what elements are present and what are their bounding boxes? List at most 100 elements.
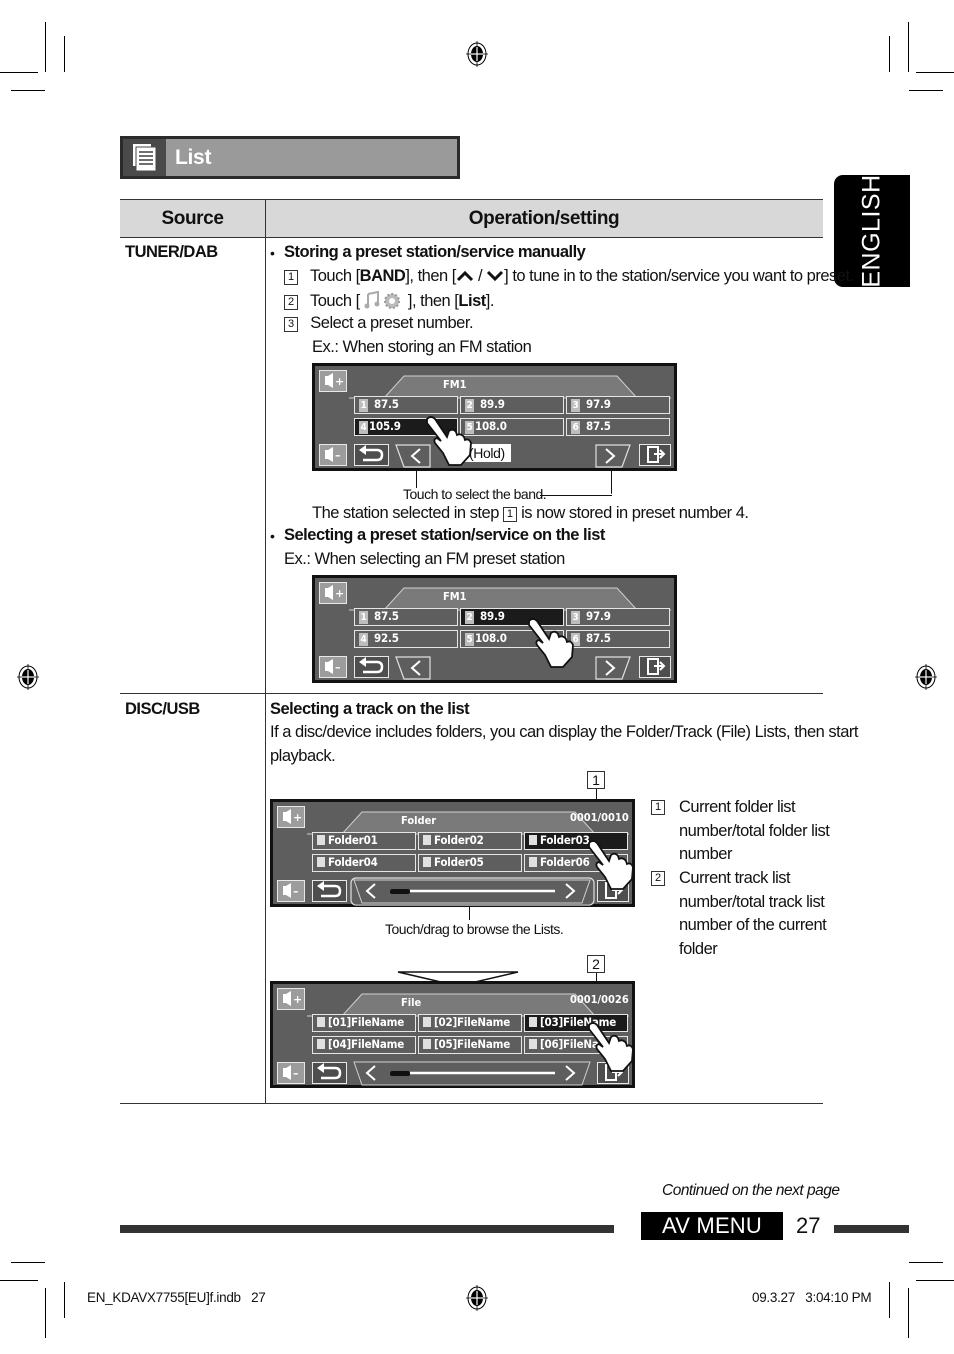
volume-up-icon: +	[283, 809, 302, 824]
bullet: •	[270, 245, 275, 261]
folder-icon	[317, 835, 325, 845]
crop-mark	[909, 90, 943, 91]
band-label: FM1	[443, 590, 467, 603]
list-scrollbar[interactable]	[350, 1059, 595, 1088]
return-arrow-icon	[359, 445, 384, 462]
svg-text:+: +	[335, 375, 344, 388]
legend-item-2: 2 Current track list number/total track …	[651, 867, 827, 961]
header-source: Source	[161, 208, 224, 229]
music-file-icon	[529, 1017, 537, 1027]
volume-down-icon: –	[283, 1065, 299, 1080]
table-header: Source Operation/setting	[120, 199, 823, 238]
band-prev-button[interactable]	[395, 656, 431, 680]
footer-bar-left	[120, 1225, 614, 1233]
preset-3[interactable]: 3 97.9	[566, 608, 670, 626]
return-arrow-icon	[317, 1063, 342, 1080]
up-arrow-icon	[456, 270, 473, 282]
list-scrollbar[interactable]	[350, 877, 595, 906]
preset-3[interactable]: 3 97.9	[566, 396, 670, 414]
section-title: List	[175, 146, 212, 169]
back-button[interactable]	[312, 1062, 347, 1084]
folder-counter: 0001/0010	[570, 811, 629, 824]
file-item[interactable]: [01]FileName	[312, 1014, 416, 1032]
continued-note: Continued on the next page	[662, 1182, 840, 1199]
hand-pointer-icon	[528, 618, 574, 668]
band-next-button[interactable]	[595, 656, 631, 680]
return-arrow-icon	[359, 657, 384, 674]
file-item[interactable]: [02]FileName	[418, 1014, 522, 1032]
svg-text:+: +	[293, 993, 302, 1006]
volume-down-button[interactable]: –	[277, 1062, 305, 1084]
band-next-button[interactable]	[595, 444, 631, 468]
volume-up-icon: +	[283, 991, 302, 1006]
selecting-heading: Selecting a preset station/service on th…	[284, 526, 605, 544]
volume-up-button[interactable]: +	[319, 370, 347, 392]
folder-item[interactable]: Folder02	[418, 832, 522, 850]
volume-up-button[interactable]: +	[319, 582, 347, 604]
folder-icon	[317, 857, 325, 867]
volume-down-icon: –	[325, 659, 341, 674]
bullet: •	[270, 528, 275, 544]
slug-right: 09.3.27 3:04:10 PM	[752, 1290, 872, 1305]
preset-6[interactable]: 6 87.5	[566, 418, 670, 436]
list-type-label: File	[401, 996, 422, 1009]
disc-body-line1: If a disc/device includes folders, you c…	[270, 723, 859, 741]
music-settings-icon	[364, 290, 400, 309]
back-button[interactable]	[354, 444, 389, 466]
exit-icon	[647, 446, 666, 463]
crop-mark	[889, 36, 890, 72]
volume-down-icon: –	[325, 447, 341, 462]
preset-6[interactable]: 6 87.5	[566, 630, 670, 648]
crop-mark	[64, 36, 65, 72]
callout-line	[540, 495, 612, 496]
svg-text:–: –	[293, 885, 299, 898]
svg-text:+: +	[293, 811, 302, 824]
volume-up-button[interactable]: +	[277, 806, 305, 828]
back-button[interactable]	[312, 880, 347, 902]
folder-item[interactable]: Folder04	[312, 854, 416, 872]
folder-item[interactable]: Folder05	[418, 854, 522, 872]
preset-1[interactable]: 1 87.5	[354, 396, 458, 414]
crop-mark	[0, 72, 38, 73]
crop-mark	[908, 1288, 909, 1338]
list-icon	[123, 139, 166, 176]
file-item[interactable]: [05]FileName	[418, 1036, 522, 1054]
volume-down-button[interactable]: –	[319, 656, 347, 678]
down-arrow-icon	[487, 270, 504, 282]
folder-icon	[529, 835, 537, 845]
folder-icon	[423, 835, 431, 845]
registration-mark-icon	[17, 664, 39, 690]
page-number: 27	[796, 1213, 821, 1238]
crop-mark	[11, 90, 45, 91]
music-file-icon	[529, 1039, 537, 1049]
section-label: AV MENU	[641, 1212, 783, 1240]
result-text: The station selected in step 1 is now st…	[312, 504, 749, 522]
hand-pointer-icon	[426, 416, 472, 466]
row-divider	[120, 693, 823, 694]
preset-5[interactable]: 5 108.0	[460, 418, 564, 436]
preset-1[interactable]: 1 87.5	[354, 608, 458, 626]
folder-item[interactable]: Folder01	[312, 832, 416, 850]
exit-button[interactable]	[639, 656, 671, 678]
back-button[interactable]	[354, 656, 389, 678]
browse-caption: Touch/drag to browse the Lists.	[385, 921, 564, 937]
fm-preset-screen-storing: + FM1 1 87.5 2 89.9 3 97.9 4 105.9 5 108.0 68…	[312, 363, 677, 471]
registration-mark-icon	[466, 1285, 488, 1311]
svg-text:+: +	[335, 587, 344, 600]
volume-down-icon: –	[283, 883, 299, 898]
file-item[interactable]: [04]FileName	[312, 1036, 416, 1054]
volume-down-button[interactable]: –	[319, 444, 347, 466]
return-arrow-icon	[317, 881, 342, 898]
preset-2[interactable]: 2 89.9	[460, 396, 564, 414]
volume-down-button[interactable]: –	[277, 880, 305, 902]
disc-body-line2: playback.	[270, 747, 336, 765]
crop-mark	[0, 1280, 38, 1281]
exit-icon	[647, 658, 666, 675]
music-file-icon	[317, 1017, 325, 1027]
crop-mark	[909, 1262, 943, 1263]
volume-up-button[interactable]: +	[277, 988, 305, 1010]
svg-text:–: –	[335, 449, 341, 462]
exit-button[interactable]	[639, 444, 671, 466]
crop-mark	[11, 1262, 45, 1263]
preset-4[interactable]: 4 92.5	[354, 630, 458, 648]
